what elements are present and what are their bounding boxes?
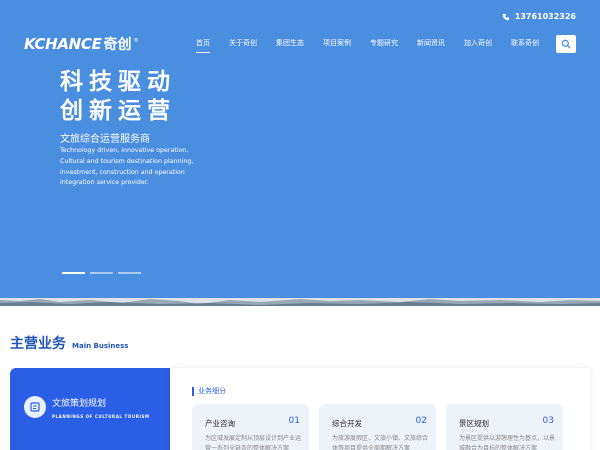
carousel-indicators — [62, 272, 141, 274]
nav-item-news[interactable]: 新闻资讯 — [417, 38, 445, 53]
business-card-title: 文旅策划规划 — [52, 399, 107, 409]
phone-icon — [502, 13, 509, 20]
business-item-desc: 为区域发展定制从顶层设计到产业运营一系列全链条的整体解决方案 — [205, 435, 302, 450]
business-item-desc: 为旅游度假区、文旅小镇、文旅综合体等项目提供全周期解决方案 — [332, 435, 429, 450]
skyline-strip — [0, 298, 600, 306]
business-item-desc: 为景区提供以游憩理性为基点，以景城融合为目标的整体解决方案 — [459, 435, 556, 450]
business-item-title: 产业咨询 — [205, 419, 235, 428]
business-subdivision-text: 业务细分 — [198, 387, 226, 395]
section-title: 主营业务 Main Business — [10, 333, 128, 353]
carousel-dot-2[interactable] — [90, 272, 113, 274]
logo-registered-mark: ® — [133, 38, 139, 44]
site-logo[interactable]: KCHANCE 奇创 ® — [24, 34, 139, 54]
nav-item-contact[interactable]: 联系奇创 — [511, 38, 539, 53]
business-item-number: 01 — [288, 416, 300, 426]
business-card-planning[interactable]: 文旅策划规划 PLANNINGS OF CULTURAL TOURISM — [10, 368, 170, 450]
carousel-dot-3[interactable] — [118, 272, 141, 274]
business-detail-panel: 业务细分 产业咨询 01 为区域发展定制从顶层设计到产业运营一系列全链条的整体解… — [170, 368, 590, 450]
header-phone[interactable]: 13761032326 — [502, 12, 576, 21]
main-nav: 首页 关于奇创 集团生态 项目案例 专题研究 新闻资讯 加入奇创 联系奇创 — [196, 38, 558, 53]
business-item-title: 综合开发 — [332, 419, 362, 428]
business-item-scenic-planning[interactable]: 景区规划 03 为景区提供以游憩理性为基点，以景城融合为目标的整体解决方案 — [446, 404, 563, 450]
nav-item-ecosystem[interactable]: 集团生态 — [276, 38, 304, 53]
business-item-consulting[interactable]: 产业咨询 01 为区域发展定制从顶层设计到产业运营一系列全链条的整体解决方案 — [192, 404, 309, 450]
business-item-development[interactable]: 综合开发 02 为旅游度假区、文旅小镇、文旅综合体等项目提供全周期解决方案 — [319, 404, 436, 450]
hero-subtitle: 文旅综合运营服务商 — [60, 134, 150, 145]
nav-item-about[interactable]: 关于奇创 — [229, 38, 257, 53]
phone-number: 13761032326 — [514, 12, 576, 21]
logo-text-en: KCHANCE — [24, 35, 102, 53]
hero-headline-line2: 创新运营 — [60, 98, 176, 124]
label-accent-bar — [192, 386, 194, 396]
hero-headline: 科技驱动 创新运营 — [60, 68, 176, 126]
nav-item-research[interactable]: 专题研究 — [370, 38, 398, 53]
business-item-title: 景区规划 — [459, 419, 489, 428]
search-icon — [561, 39, 571, 49]
nav-item-join[interactable]: 加入奇创 — [464, 38, 492, 53]
business-item-number: 03 — [542, 416, 554, 426]
section-title-cn: 主营业务 — [10, 336, 66, 352]
hero-tagline: Technology driven, innovative operation,… — [60, 147, 194, 187]
hero-banner: 13761032326 KCHANCE 奇创 ® 首页 关于奇创 集团生态 项目… — [0, 0, 600, 300]
search-button[interactable] — [556, 35, 576, 53]
hero-headline-line1: 科技驱动 — [60, 69, 176, 95]
business-card-subtitle: PLANNINGS OF CULTURAL TOURISM — [52, 414, 150, 419]
nav-item-cases[interactable]: 项目案例 — [323, 38, 351, 53]
nav-item-home[interactable]: 首页 — [196, 38, 210, 53]
logo-text-cn: 奇创 — [103, 37, 132, 53]
planning-icon — [24, 396, 46, 418]
section-title-en: Main Business — [72, 342, 129, 350]
business-subdivision-label: 业务细分 — [192, 386, 226, 396]
business-item-number: 02 — [415, 416, 427, 426]
carousel-dot-1[interactable] — [62, 272, 85, 274]
